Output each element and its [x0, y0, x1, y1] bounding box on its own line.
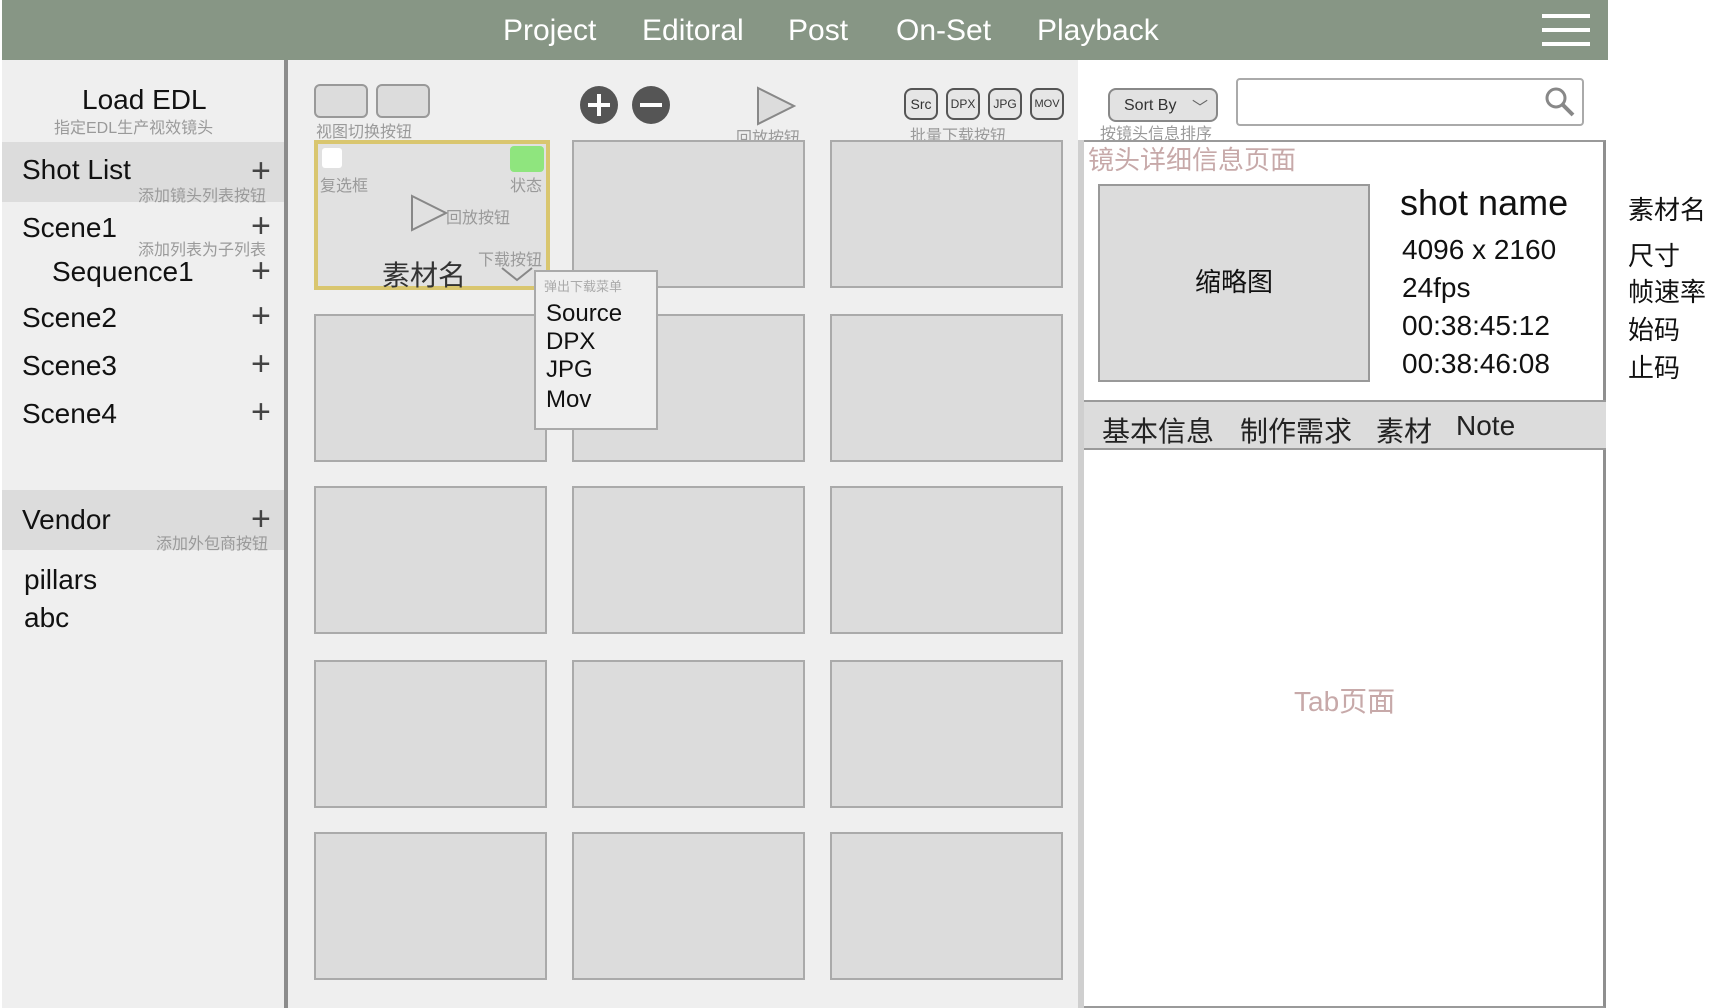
shot-tile[interactable]	[830, 486, 1063, 634]
tile-play-icon[interactable]	[410, 194, 448, 232]
thumbnail-label: 缩略图	[1194, 267, 1273, 297]
checkbox-hint: 复选框	[320, 178, 369, 195]
download-option-source[interactable]: Source	[546, 300, 622, 328]
tab-page-placeholder: Tab页面	[1294, 686, 1396, 717]
view-switch-hint: 视图切换按钮	[316, 124, 413, 141]
sidebar-item-scene1[interactable]: Scene1	[22, 212, 117, 244]
vendor-title: Vendor	[22, 504, 111, 535]
shot-tile[interactable]	[830, 314, 1063, 462]
nav-editoral[interactable]: Editoral	[642, 14, 744, 48]
search-icon[interactable]	[1544, 86, 1576, 118]
panel-divider	[1078, 140, 1084, 1008]
shot-tile[interactable]	[314, 486, 547, 634]
annotation-name: 素材名	[1628, 195, 1707, 225]
shot-thumbnail: 缩略图	[1098, 184, 1370, 382]
status-hint: 状态	[510, 178, 543, 195]
nav-project[interactable]: Project	[503, 14, 596, 48]
shot-tile[interactable]	[830, 140, 1063, 288]
batch-download-src-button[interactable]: Src	[904, 88, 938, 120]
sort-by-dropdown[interactable]: Sort By ﹀	[1108, 88, 1218, 122]
sidebar-item-scene3[interactable]: Scene3	[22, 350, 117, 382]
download-option-dpx[interactable]: DPX	[546, 328, 595, 356]
download-menu-title: 弹出下载菜单	[544, 279, 623, 294]
shot-tile[interactable]	[830, 832, 1063, 980]
sidebar-item-scene4[interactable]: Scene4	[22, 398, 117, 430]
tile-checkbox[interactable]	[322, 148, 342, 168]
add-circle-icon[interactable]	[580, 86, 618, 124]
nav-playback[interactable]: Playback	[1037, 14, 1159, 48]
tab-basic-info[interactable]: 基本信息	[1102, 410, 1214, 450]
annotation-size: 尺寸	[1628, 241, 1681, 271]
sort-by-label: Sort By	[1124, 97, 1177, 114]
shot-tile[interactable]	[830, 660, 1063, 808]
load-edl-hint: 指定EDL生产视效镜头	[54, 120, 214, 137]
shot-fps: 24fps	[1402, 272, 1471, 303]
shot-tile[interactable]	[314, 314, 547, 462]
status-indicator	[510, 146, 544, 172]
download-popup-menu: 弹出下载菜单 Source DPX JPG Mov	[534, 270, 658, 430]
shot-tile[interactable]	[572, 486, 805, 634]
vendor-item-pillars[interactable]: pillars	[24, 564, 97, 596]
view-list-button[interactable]	[376, 84, 430, 118]
timecode-out: 00:38:46:08	[1402, 348, 1550, 379]
shot-resolution: 4096 x 2160	[1402, 234, 1557, 265]
tab-assets[interactable]: 素材	[1376, 410, 1432, 450]
tab-production-requirements[interactable]: 制作需求	[1240, 410, 1352, 450]
remove-circle-icon[interactable]	[632, 86, 670, 124]
load-edl-button[interactable]: Load EDL	[82, 84, 207, 116]
hamburger-icon[interactable]	[1542, 14, 1590, 48]
batch-download-jpg-button[interactable]: JPG	[988, 88, 1022, 120]
add-sequence1-plus-icon[interactable]: +	[251, 254, 271, 288]
play-icon[interactable]	[756, 86, 796, 126]
sidebar-item-scene2[interactable]: Scene2	[22, 302, 117, 334]
download-option-mov[interactable]: Mov	[546, 386, 591, 414]
timecode-in: 00:38:45:12	[1402, 310, 1550, 341]
nav-post[interactable]: Post	[788, 14, 848, 48]
search-input[interactable]	[1236, 78, 1584, 126]
add-vendor-hint: 添加外包商按钮	[156, 536, 269, 553]
annotation-timecode-out: 止码	[1628, 353, 1681, 383]
annotation-fps: 帧速率	[1628, 277, 1707, 307]
vendor-item-abc[interactable]: abc	[24, 602, 69, 634]
add-scene2-plus-icon[interactable]: +	[251, 299, 271, 333]
shot-tile[interactable]	[572, 832, 805, 980]
download-option-jpg[interactable]: JPG	[546, 356, 593, 384]
shot-tile[interactable]	[314, 660, 547, 808]
view-grid-button[interactable]	[314, 84, 368, 118]
detail-panel-title: 镜头详细信息页面	[1088, 145, 1297, 175]
add-scene3-plus-icon[interactable]: +	[251, 347, 271, 381]
shot-list-title: Shot List	[22, 154, 131, 185]
shot-name: shot name	[1400, 182, 1569, 223]
add-scene4-plus-icon[interactable]: +	[251, 395, 271, 429]
tile-name: 素材名	[382, 260, 467, 291]
tile-play-hint: 回放按钮	[446, 210, 511, 227]
chevron-down-icon: ﹀	[1192, 100, 1209, 117]
add-shot-list-hint: 添加镜头列表按钮	[138, 188, 267, 205]
batch-download-mov-button[interactable]: MOV	[1030, 88, 1064, 120]
shot-tile[interactable]	[314, 832, 547, 980]
annotation-timecode-in: 始码	[1628, 315, 1681, 345]
shot-tile[interactable]	[572, 660, 805, 808]
nav-on-set[interactable]: On-Set	[896, 14, 991, 48]
shot-tile[interactable]	[572, 140, 805, 288]
sidebar-item-sequence1[interactable]: Sequence1	[52, 256, 194, 288]
batch-download-dpx-button[interactable]: DPX	[946, 88, 980, 120]
download-chevron-icon[interactable]	[500, 266, 534, 282]
tab-note[interactable]: Note	[1456, 410, 1515, 442]
